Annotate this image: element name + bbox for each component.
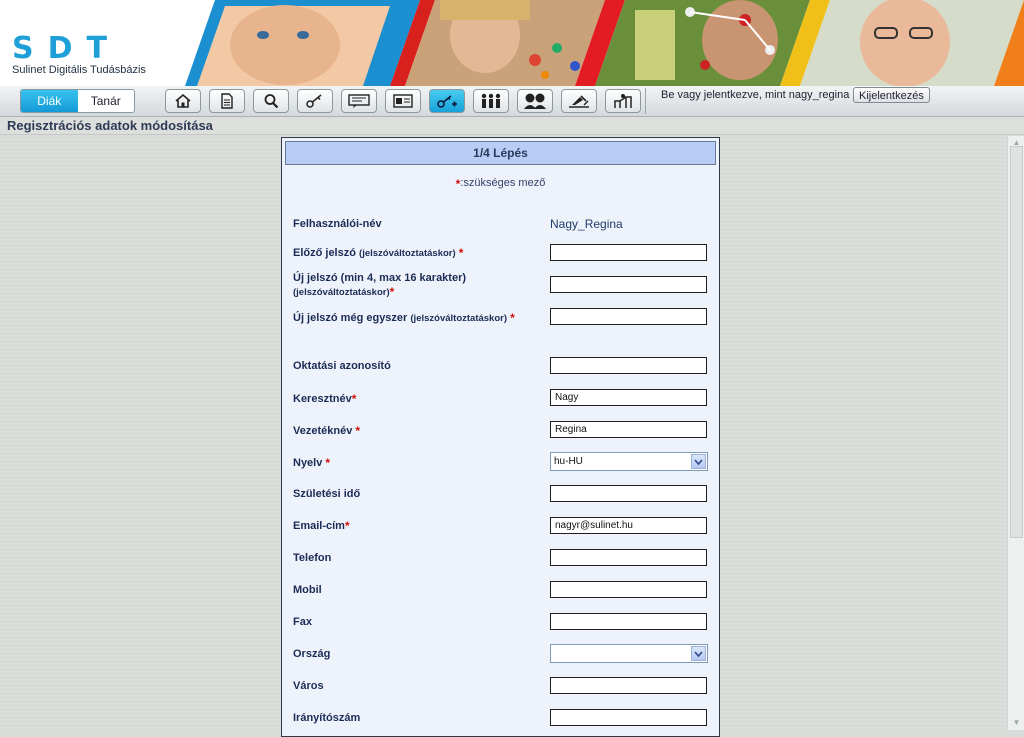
users-button[interactable] <box>517 89 553 113</box>
group-button[interactable] <box>473 89 509 113</box>
new-password-again-field[interactable] <box>550 308 707 325</box>
first-name-label-text: Keresztnév <box>293 393 352 405</box>
last-name-label: Vezetéknév * <box>293 424 360 438</box>
key-settings-button[interactable] <box>429 89 465 113</box>
required-star: * <box>351 392 357 406</box>
content-area: 1/4 Lépés *:szükséges mező Felhasználói-… <box>0 136 1007 737</box>
sdt-logo[interactable]: SDT Sulinet Digitális Tudásbázis <box>12 31 146 77</box>
required-star: * <box>355 424 361 438</box>
header-banner-image <box>185 0 1024 86</box>
toolbar: Diák Tanár Be vagy jelentkezve, mint nag… <box>0 86 1024 117</box>
home-button[interactable] <box>165 89 201 113</box>
last-name-label-text: Vezetéknév <box>293 425 353 437</box>
users-icon <box>524 93 546 109</box>
message-button[interactable] <box>341 89 377 113</box>
registration-form: 1/4 Lépés *:szükséges mező Felhasználói-… <box>281 137 720 737</box>
settings-button[interactable] <box>605 89 641 113</box>
username-value: Nagy_Regina <box>550 217 623 231</box>
phone-field[interactable] <box>550 549 707 566</box>
required-star: * <box>510 311 515 325</box>
new-password-again-label: Új jelszó még egyszer (jelszóváltoztatás… <box>293 311 515 326</box>
birth-date-field[interactable] <box>550 485 707 502</box>
scroll-thumb[interactable] <box>1010 146 1023 538</box>
page-title: Regisztrációs adatok módosítása <box>0 117 1024 135</box>
role-tab-tanar[interactable]: Tanár <box>78 90 135 112</box>
last-name-field[interactable] <box>550 421 707 438</box>
old-password-hint: (jelszóváltoztatáskor) <box>359 248 456 259</box>
new-password-again-label-text: Új jelszó még egyszer <box>293 312 408 324</box>
education-id-field[interactable] <box>550 357 707 374</box>
logout-button[interactable]: Kijelentkezés <box>853 87 930 103</box>
tools-icon <box>569 95 589 108</box>
username-label: Felhasználói-név <box>293 218 382 230</box>
group-icon <box>481 93 501 108</box>
language-label: Nyelv * <box>293 456 330 470</box>
required-field-note: *:szükséges mező <box>282 177 719 191</box>
phone-label: Telefon <box>293 552 332 564</box>
language-label-text: Nyelv <box>293 457 323 469</box>
message-icon <box>348 94 370 108</box>
id-card-icon <box>393 94 413 108</box>
mobile-field[interactable] <box>550 581 707 598</box>
required-star: * <box>325 456 331 470</box>
required-star: * <box>389 285 395 299</box>
role-toggle: Diák Tanár <box>20 89 135 113</box>
new-password-field[interactable] <box>550 276 707 293</box>
zip-field[interactable] <box>550 709 707 726</box>
email-label-text: Email-cím <box>293 520 345 532</box>
city-label: Város <box>293 680 324 692</box>
new-password-label: Új jelszó (min 4, max 16 karakter) (jelsz… <box>293 271 466 300</box>
old-password-field[interactable] <box>550 244 707 261</box>
first-name-field[interactable] <box>550 389 707 406</box>
country-select[interactable] <box>550 644 708 663</box>
documents-button[interactable] <box>209 89 245 113</box>
birth-date-label: Születési idő <box>293 488 361 500</box>
email-field[interactable] <box>550 517 707 534</box>
search-icon <box>264 94 279 109</box>
mobile-label: Mobil <box>293 584 322 596</box>
toolbar-divider <box>645 88 646 114</box>
first-name-label: Keresztnév* <box>293 392 356 406</box>
new-password-label-text: Új jelszó (min 4, max 16 karakter) <box>293 272 467 284</box>
id-card-button[interactable] <box>385 89 421 113</box>
required-star: * <box>458 246 464 260</box>
scroll-up-icon[interactable]: ▲ <box>1011 138 1022 147</box>
role-tab-diak[interactable]: Diák <box>21 90 78 112</box>
old-password-label: Előző jelszó (jelszóváltoztatáskor) * <box>293 246 463 261</box>
search-button[interactable] <box>253 89 289 113</box>
new-password-again-hint: (jelszóváltoztatáskor) <box>410 313 508 324</box>
education-id-label: Oktatási azonosító <box>293 360 391 372</box>
document-icon <box>221 93 233 109</box>
chevron-down-icon[interactable] <box>691 646 706 661</box>
city-field[interactable] <box>550 677 707 694</box>
new-password-hint: (jelszóváltoztatáskor) <box>293 287 390 298</box>
language-select-value: hu-HU <box>554 456 583 467</box>
settings-icon <box>614 94 632 108</box>
language-select[interactable]: hu-HU <box>550 452 708 471</box>
country-label: Ország <box>293 648 331 660</box>
fax-label: Fax <box>293 616 312 628</box>
zip-label: Irányítószám <box>293 712 361 724</box>
vertical-scrollbar[interactable]: ▲ ▼ <box>1007 136 1024 730</box>
key-icon <box>306 94 322 108</box>
required-note-text: :szükséges mező <box>460 177 546 189</box>
logo-mark: SDT <box>12 31 121 66</box>
home-icon <box>175 93 191 108</box>
header: SDT Sulinet Digitális Tudásbázis <box>0 0 1024 86</box>
key-button[interactable] <box>297 89 333 113</box>
chevron-down-icon[interactable] <box>691 454 706 469</box>
login-status-text: Be vagy jelentkezve, mint nagy_regina <box>661 89 850 101</box>
logo-subtitle: Sulinet Digitális Tudásbázis <box>12 64 146 76</box>
email-label: Email-cím* <box>293 519 350 533</box>
old-password-label-text: Előző jelszó <box>293 247 356 259</box>
required-star: * <box>344 519 350 533</box>
step-header: 1/4 Lépés <box>285 141 716 165</box>
fax-field[interactable] <box>550 613 707 630</box>
scroll-down-icon[interactable]: ▼ <box>1011 718 1022 727</box>
key-settings-icon <box>437 95 457 108</box>
tools-button[interactable] <box>561 89 597 113</box>
